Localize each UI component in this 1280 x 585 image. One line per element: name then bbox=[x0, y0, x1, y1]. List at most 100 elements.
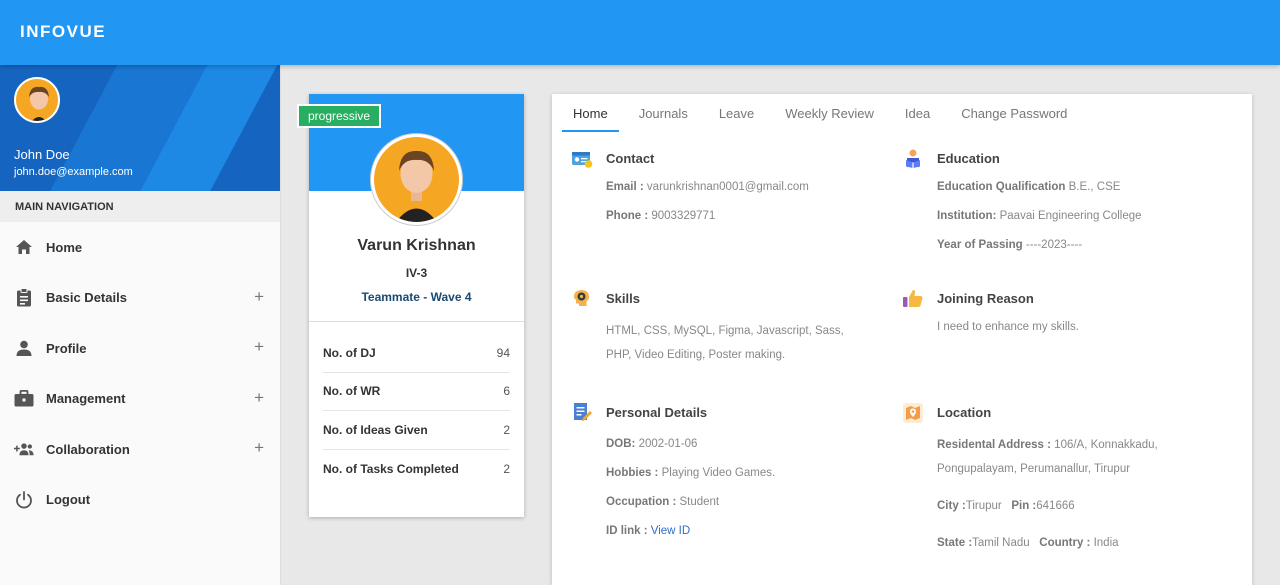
tab-journals[interactable]: Journals bbox=[628, 94, 699, 132]
education-year: ----2023---- bbox=[1025, 239, 1083, 251]
expand-icon[interactable]: + bbox=[254, 337, 264, 357]
tab-change-password[interactable]: Change Password bbox=[950, 94, 1078, 132]
expand-icon[interactable]: + bbox=[254, 287, 264, 307]
education-institution: Paavai Engineering College bbox=[999, 210, 1142, 222]
location-address-line-2: Pongupalayam, Perumanallur, Tirupur bbox=[937, 463, 1131, 475]
education-qualification: B.E., CSE bbox=[1068, 181, 1121, 193]
skills-line-2: PHP, Video Editing, Poster making. bbox=[606, 349, 786, 361]
education-qualification-field: Education Qualification B.E., CSE bbox=[937, 181, 1121, 193]
personal-details-section: Personal Details DOB: 2002-01-06 Hobbies… bbox=[571, 401, 871, 537]
briefcase-icon bbox=[14, 389, 34, 409]
tab-idea[interactable]: Idea bbox=[894, 94, 941, 132]
document-edit-icon bbox=[571, 401, 593, 423]
location-state: Tamil Nadu bbox=[972, 537, 1030, 549]
location-city: Tirupur bbox=[965, 500, 1002, 512]
stat-row: No. of Ideas Given 2 bbox=[323, 411, 510, 450]
group-add-icon bbox=[14, 439, 34, 459]
stats-list: No. of DJ 94 No. of WR 6 No. of Ideas Gi… bbox=[323, 334, 510, 488]
education-section: Education Education Qualification B.E., … bbox=[902, 147, 1242, 251]
stat-value: 6 bbox=[503, 384, 510, 399]
education-year-field: Year of Passing ----2023---- bbox=[937, 239, 1083, 251]
sidebar-item-label: Collaboration bbox=[46, 441, 130, 457]
location-address-field: Residental Address : 106/A, Konnakkadu, bbox=[937, 439, 1158, 451]
stat-row: No. of Tasks Completed 2 bbox=[323, 450, 510, 489]
contact-section: Contact Email : varunkrishnan0001@gmail.… bbox=[571, 147, 871, 222]
reading-student-icon bbox=[902, 147, 924, 169]
personal-hobbies-field: Hobbies : Playing Video Games. bbox=[606, 467, 776, 479]
stat-value: 94 bbox=[496, 345, 510, 360]
personal-dob: 2002-01-06 bbox=[638, 438, 698, 450]
nav-section-header: MAIN NAVIGATION bbox=[0, 191, 280, 222]
stat-value: 2 bbox=[503, 461, 510, 476]
brand-logo[interactable]: INFOVUE bbox=[20, 22, 106, 42]
location-map-icon bbox=[902, 401, 924, 423]
location-section: Location Residental Address : 106/A, Kon… bbox=[902, 401, 1242, 549]
section-title: Contact bbox=[606, 150, 655, 166]
expand-icon[interactable]: + bbox=[254, 438, 264, 458]
brain-gear-icon bbox=[571, 287, 593, 309]
sidebar-item-management[interactable]: Management + bbox=[0, 374, 280, 425]
stat-row: No. of DJ 94 bbox=[323, 334, 510, 373]
stat-label: No. of Tasks Completed bbox=[323, 461, 459, 476]
sidebar-item-label: Management bbox=[46, 391, 126, 407]
stat-label: No. of Ideas Given bbox=[323, 422, 428, 437]
sidebar-item-profile[interactable]: Profile + bbox=[0, 323, 280, 374]
main-panel: Home Journals Leave Weekly Review Idea C… bbox=[552, 94, 1252, 585]
power-icon bbox=[14, 490, 34, 510]
clipboard-icon bbox=[14, 288, 34, 308]
tab-weekly-review[interactable]: Weekly Review bbox=[774, 94, 885, 132]
location-address-line-1: 106/A, Konnakkadu, bbox=[1054, 439, 1158, 451]
education-institution-field: Institution: Paavai Engineering College bbox=[937, 210, 1142, 222]
user-banner: John Doe john.doe@example.com bbox=[0, 65, 280, 191]
personal-dob-field: DOB: 2002-01-06 bbox=[606, 438, 698, 450]
profile-card: progressive Varun Krishnan IV-3 Teammate… bbox=[297, 94, 524, 517]
sidebar-item-logout[interactable]: Logout bbox=[0, 475, 280, 526]
tab-home[interactable]: Home bbox=[562, 94, 619, 132]
user-name: John Doe bbox=[14, 147, 70, 162]
location-state-country-field: State :Tamil Nadu Country : India bbox=[937, 537, 1119, 549]
user-avatar[interactable] bbox=[14, 77, 60, 123]
stat-value: 2 bbox=[503, 422, 510, 437]
sidebar-item-basic-details[interactable]: Basic Details + bbox=[0, 273, 280, 324]
person-icon bbox=[14, 338, 34, 358]
thumbs-up-icon bbox=[902, 287, 924, 309]
contact-phone-field: Phone : 9003329771 bbox=[606, 210, 716, 222]
sidebar: John Doe john.doe@example.com MAIN NAVIG… bbox=[0, 65, 281, 585]
tab-leave[interactable]: Leave bbox=[708, 94, 765, 132]
section-title: Location bbox=[937, 404, 992, 420]
contact-email: varunkrishnan0001@gmail.com bbox=[646, 181, 809, 193]
contact-phone: 9003329771 bbox=[651, 210, 716, 222]
sidebar-item-label: Home bbox=[46, 239, 83, 255]
profile-team: Teammate - Wave 4 bbox=[361, 290, 472, 304]
avatar-illustration-icon bbox=[29, 86, 49, 121]
divider bbox=[309, 321, 524, 322]
joining-reason-text: I need to enhance my skills. bbox=[937, 321, 1079, 333]
section-title: Education bbox=[937, 150, 1000, 166]
contact-card-icon bbox=[571, 147, 593, 169]
sidebar-item-collaboration[interactable]: Collaboration + bbox=[0, 424, 280, 475]
sidebar-item-home[interactable]: Home bbox=[0, 222, 280, 273]
personal-occupation: Student bbox=[679, 496, 720, 508]
section-title: Personal Details bbox=[606, 404, 708, 420]
sidebar-item-label: Logout bbox=[46, 492, 91, 508]
contact-email-field: Email : varunkrishnan0001@gmail.com bbox=[606, 181, 809, 193]
home-icon bbox=[14, 237, 34, 257]
sidebar-item-label: Profile bbox=[46, 340, 87, 356]
stat-row: No. of WR 6 bbox=[323, 373, 510, 411]
top-app-bar: INFOVUE bbox=[0, 0, 1280, 65]
view-id-link[interactable]: View ID bbox=[651, 525, 690, 537]
skills-line-1: HTML, CSS, MySQL, Figma, Javascript, Sas… bbox=[606, 325, 844, 337]
stat-label: No. of WR bbox=[323, 384, 381, 399]
personal-hobbies: Playing Video Games. bbox=[661, 467, 776, 479]
sidebar-item-label: Basic Details bbox=[46, 290, 127, 306]
expand-icon[interactable]: + bbox=[254, 388, 264, 408]
tab-bar: Home Journals Leave Weekly Review Idea C… bbox=[562, 94, 1087, 132]
personal-occupation-field: Occupation : Student bbox=[606, 496, 720, 508]
status-badge: progressive bbox=[297, 104, 382, 128]
location-country: India bbox=[1093, 537, 1119, 549]
profile-avatar bbox=[370, 133, 463, 226]
stat-label: No. of DJ bbox=[323, 345, 376, 360]
personal-id-field: ID link : View ID bbox=[606, 525, 691, 537]
profile-class: IV-3 bbox=[405, 266, 428, 280]
skills-section: Skills HTML, CSS, MySQL, Figma, Javascri… bbox=[571, 287, 871, 361]
